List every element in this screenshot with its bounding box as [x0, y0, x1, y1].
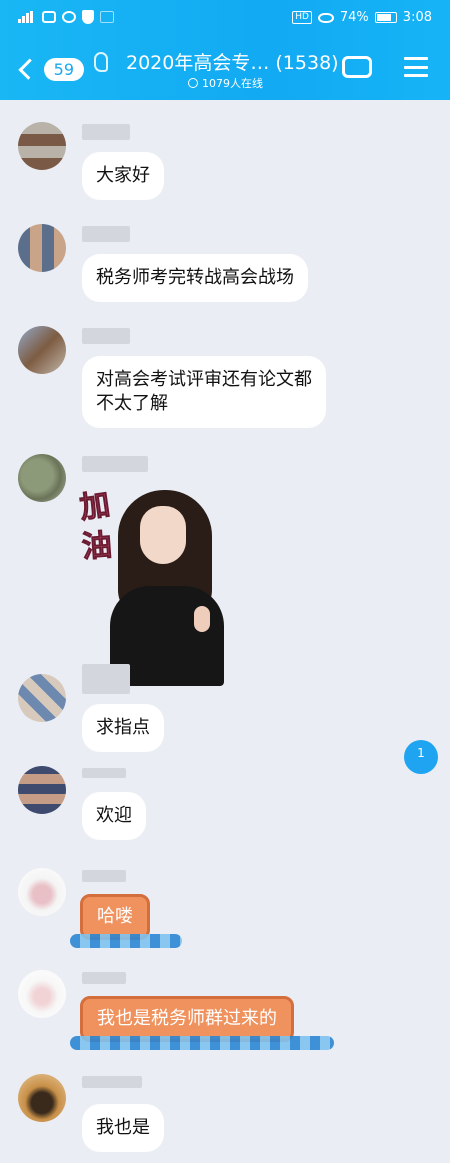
image-icon: [100, 11, 114, 23]
message-line: 对高会考试评审还有论文都: [96, 369, 312, 390]
message-bubble[interactable]: 对高会考试评审还有论文都 不太了解: [82, 356, 326, 428]
check-circle-icon: [188, 78, 198, 88]
portrait-illustration: [106, 486, 226, 686]
sender-name: [82, 456, 148, 472]
avatar[interactable]: [18, 970, 66, 1018]
back-button[interactable]: 59: [14, 54, 84, 84]
message-bubble[interactable]: 我也是: [82, 1104, 164, 1152]
menu-icon[interactable]: [404, 57, 428, 77]
message-bubble[interactable]: 大家好: [82, 152, 164, 200]
message-line: 不太了解: [96, 393, 168, 414]
message-bubble[interactable]: 欢迎: [82, 792, 146, 840]
wave-decoration: [70, 1036, 334, 1050]
sender-name: [82, 124, 130, 140]
avatar[interactable]: [18, 224, 66, 272]
sender-name: [82, 664, 130, 694]
sender-name: [82, 226, 130, 242]
avatar[interactable]: [18, 766, 66, 814]
gamepad-icon[interactable]: [342, 56, 372, 78]
sender-name: [82, 1076, 142, 1088]
chat-header: HD 74% 3:08 59 2020年高会专… (1538) 1079人在线: [0, 0, 450, 100]
sender-name: [82, 972, 126, 984]
new-message-badge[interactable]: 1: [404, 740, 438, 774]
sticker-image[interactable]: 加 油: [77, 482, 230, 688]
sender-name: [82, 870, 126, 882]
sender-name: [82, 768, 126, 778]
group-title[interactable]: 2020年高会专… (1538): [126, 48, 339, 75]
unread-count-badge: 59: [43, 57, 84, 81]
ear-icon[interactable]: [94, 52, 108, 72]
hd-label: HD: [292, 11, 312, 24]
wave-decoration: [70, 934, 182, 948]
battery-icon: [374, 12, 397, 23]
chevron-left-icon: [18, 58, 40, 80]
avatar[interactable]: [18, 326, 66, 374]
status-right-icons: HD 74% 3:08: [292, 10, 432, 25]
avatar[interactable]: [18, 454, 66, 502]
online-count: 1079人在线: [202, 77, 263, 90]
avatar[interactable]: [18, 868, 66, 916]
shield-icon: [82, 10, 94, 24]
message-bubble[interactable]: 求指点: [82, 704, 164, 752]
avatar[interactable]: [18, 1074, 66, 1122]
avatar[interactable]: [18, 122, 66, 170]
avatar[interactable]: [18, 674, 66, 722]
battery-percent: 74%: [339, 10, 369, 25]
eye-icon: [317, 12, 334, 23]
clock-time: 3:08: [402, 10, 432, 25]
message-bubble[interactable]: 税务师考完转战高会战场: [82, 254, 308, 302]
alarm-icon: [62, 11, 76, 23]
mute-icon: [42, 11, 56, 23]
status-bar: HD 74% 3:08: [0, 0, 450, 36]
sender-name: [82, 328, 130, 344]
online-status: 1079人在线: [188, 75, 263, 91]
signal-icon: [18, 11, 36, 23]
status-left-icons: [18, 10, 114, 24]
